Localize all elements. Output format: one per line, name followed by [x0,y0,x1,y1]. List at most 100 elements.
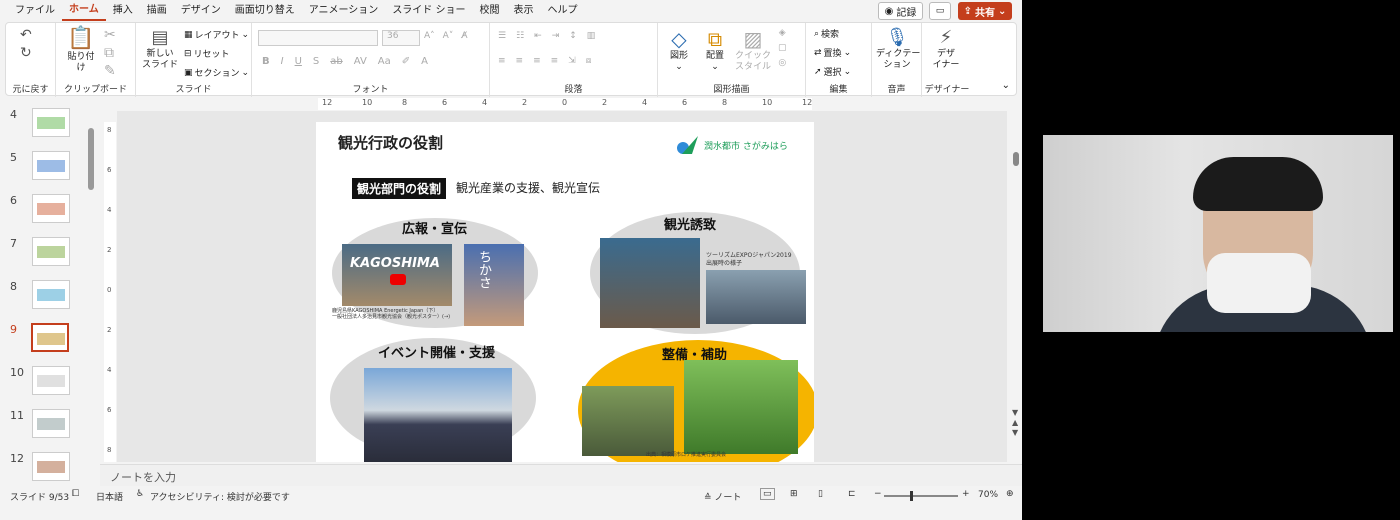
reset-button[interactable]: ⊟ リセット [184,47,230,61]
fit-slide-icon[interactable]: ⊕ [1006,489,1014,499]
layout-button[interactable]: ▦ レイアウト ⌄ [184,28,249,42]
slide-thumbnail[interactable] [32,280,70,309]
shape-format-buttons[interactable]: ◈ ▢ ◎ [778,28,787,68]
font-label: フォント [352,85,389,95]
comment-button[interactable]: ▭ [929,2,951,20]
city-logo-icon [677,136,698,154]
font-style-buttons[interactable]: B I U Sab AV Aa ✐ A [262,56,428,67]
thumbnail-number: 10 [10,366,24,379]
arrange-button[interactable]: ⧉ 配置 ⌄ [700,27,730,73]
ruler-h-label: 12 [802,98,813,107]
list-buttons[interactable]: ☰ ☷ ⇤ ⇥ ↕ ▥ [498,31,595,41]
thumbnail-preview [37,375,65,387]
ruler-v-label: 0 [107,286,112,294]
slide-thumbnail[interactable] [32,409,70,438]
normal-view-icon[interactable]: ▭ [760,488,775,500]
find-button[interactable]: ⌕ 検索 [814,27,839,41]
ruler-h-label: 12 [322,98,333,107]
menu-item-7[interactable]: スライド ショー [385,0,472,22]
ruler-h-label: 6 [442,98,448,107]
menu-item-4[interactable]: デザイン [174,0,228,22]
select-button[interactable]: ➚ 選択 ⌄ [814,65,851,79]
person-hair [1193,157,1323,211]
slide-thumbnail[interactable] [32,194,70,223]
zoom-slider[interactable] [884,491,958,501]
ruler-h-label: 8 [402,98,408,107]
thumbnail-scrollbar[interactable] [88,128,94,190]
format-painter-button[interactable]: ✎ [104,63,116,79]
designer-button[interactable]: ⚡ デザ イナー [928,27,964,71]
ruler-h-label: 6 [682,98,688,107]
case-icon: Aa [377,56,391,67]
scroll-arrows-icon[interactable]: ▼ ▲ ▼ [1012,408,1018,438]
copy-button[interactable]: ⧉ [104,45,114,61]
slide-counter: スライド 9/53 [10,493,70,503]
section-label: セクション [194,69,240,79]
redo-button[interactable]: ↻ [20,45,32,61]
poster-text: ちかさ [476,250,491,289]
ribbon-collapse-icon[interactable]: ⌄ [1002,80,1010,91]
zoom-level[interactable]: 70% [978,490,998,500]
font-size-controls[interactable]: A˄ A˅ A̸ [424,31,468,41]
menu-item-10[interactable]: ヘルプ [541,0,585,22]
menu-item-5[interactable]: 画面切り替え [228,0,302,22]
menu-item-6[interactable]: アニメーション [302,0,386,22]
dictate-button[interactable]: 🎙 ディクテー ション [876,27,920,71]
increase-font-icon: A˄ [424,31,435,41]
section-button[interactable]: ▣ セクション ⌄ [184,66,249,80]
thumbnail-number: 4 [10,108,17,121]
cut-button[interactable]: ✂ [104,27,116,43]
notes-pane[interactable]: ノートを入力 [100,464,1022,486]
face-mask [1207,253,1311,313]
ruler-h-label: 10 [762,98,773,107]
zoom-out-icon[interactable]: − [874,489,882,499]
scroll-thumb[interactable] [1013,152,1019,166]
accessibility-status[interactable]: アクセシビリティ: 検討が必要です [150,490,290,503]
play-icon[interactable] [390,274,406,285]
notes-toggle-button[interactable]: ≙ ノート [704,490,741,503]
zoom-in-icon[interactable]: + [962,489,970,499]
align-left-icon: ≡ [498,56,506,66]
slide-thumbnail[interactable] [32,237,70,266]
reading-view-icon[interactable]: ▯ [818,489,823,499]
record-button[interactable]: ◉ 記録 [878,2,923,20]
slide-thumbnail[interactable] [31,323,69,352]
select-label: 選択 [823,68,842,78]
section-icon: ▣ [184,67,193,78]
thumbnail-preview [37,203,65,215]
ruler-h-label: 4 [642,98,648,107]
font-size-select[interactable]: 36 [382,30,420,46]
share-button[interactable]: ⇪ 共有 ⌄ [958,2,1012,20]
menu-item-3[interactable]: 描画 [140,0,174,22]
replace-button[interactable]: ⇄ 置換 ⌄ [814,46,851,60]
align-buttons[interactable]: ≡ ≡ ≡ ≡ ⇲ ⧈ [498,56,591,66]
clipboard-group: 📋 貼り付け ✂ ⧉ ✎ クリップボード [56,23,136,97]
slide-sorter-icon[interactable]: ⊞ [790,489,798,499]
spellcheck-icon[interactable]: ⧠ [72,489,79,499]
slide-thumbnail[interactable] [32,108,70,137]
menu-item-0[interactable]: ファイル [8,0,62,22]
menu-item-2[interactable]: 挿入 [106,0,140,22]
zoom-thumb[interactable] [910,491,913,501]
menu-item-9[interactable]: 表示 [507,0,541,22]
pr-caption: 鹿児島県KAGOSHIMA Energetic Japan（下） 一般社団法人多… [332,308,451,320]
menu-item-8[interactable]: 校閲 [473,0,507,22]
slide-thumbnail[interactable] [32,452,70,481]
paste-button[interactable]: 📋 貼り付け [64,26,98,74]
undo-button[interactable]: ↶ [20,27,32,43]
menu-item-1[interactable]: ホーム [62,1,106,21]
new-slide-button[interactable]: ▤ 新しい スライド [140,27,180,71]
slide-thumbnail[interactable] [32,366,70,395]
slide-thumbnail[interactable] [32,151,70,180]
smartart-icon: ⧈ [585,56,592,66]
undo-group-label: 元に戻す [12,85,49,95]
vertical-scrollbar[interactable]: ▼ ▲ ▼ [1010,98,1022,464]
language-label[interactable]: 日本語 [96,490,123,503]
event-photo [364,368,512,462]
slide[interactable]: 観光行政の役割 潤水都市 さがみはら 観光部門の役割 観光産業の支援、観光宣伝 … [316,122,814,462]
slideshow-icon[interactable]: ⊏ [848,489,856,499]
font-name-select[interactable] [258,30,378,46]
shapes-button[interactable]: ◇ 図形 ⌄ [664,27,694,73]
expo-booth-photo [600,238,700,328]
quick-style-button[interactable]: ▨ クイック スタイル [734,27,772,73]
